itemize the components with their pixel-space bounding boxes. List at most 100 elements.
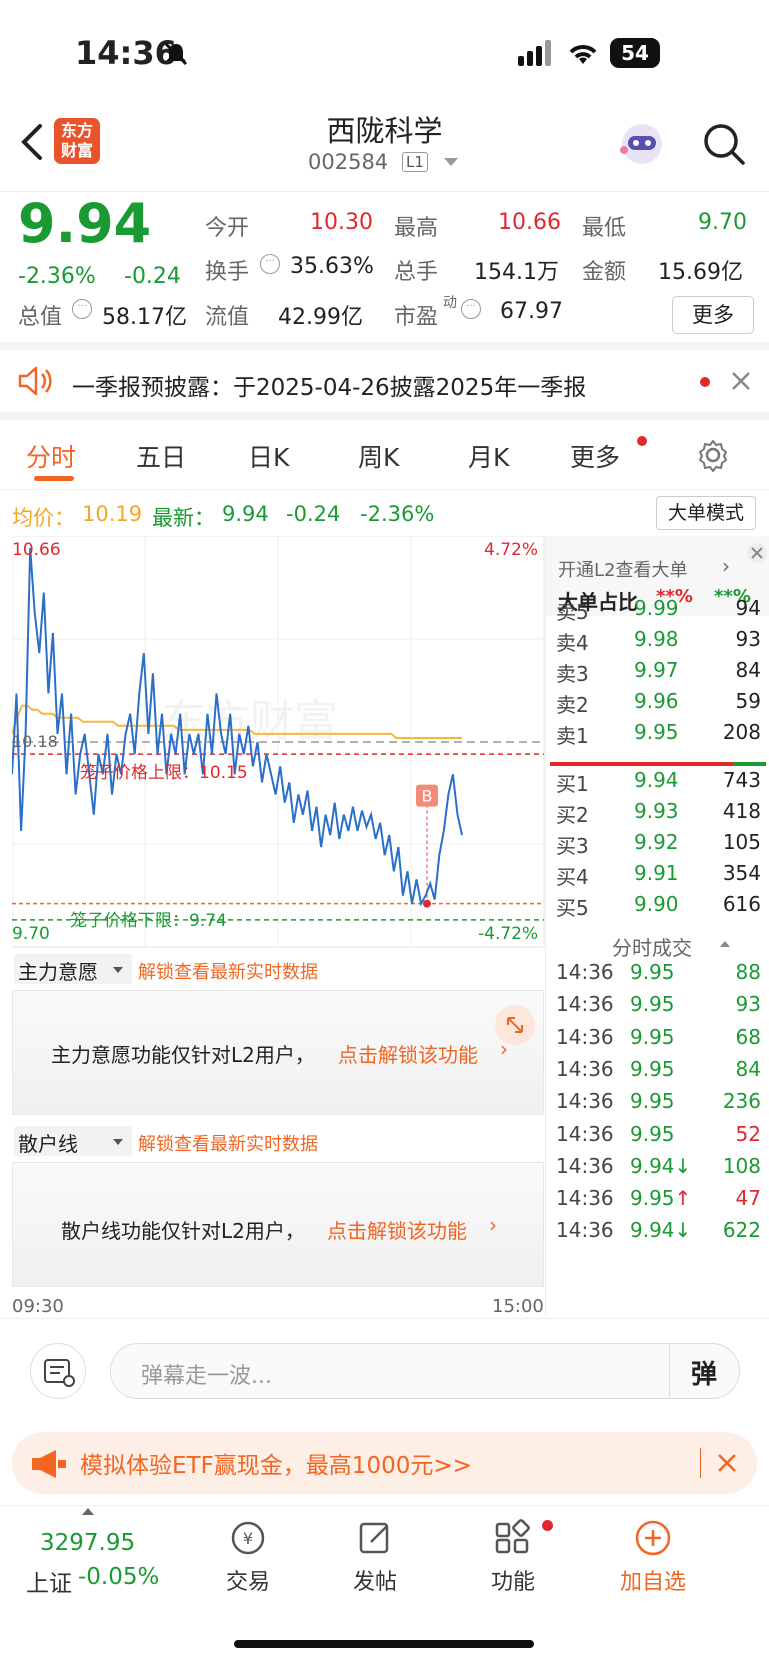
bid-price: 9.94	[634, 768, 679, 792]
trade-volume: 93	[735, 992, 761, 1017]
tab-more[interactable]: 更多	[570, 438, 620, 474]
bid-price: 9.92	[634, 830, 679, 854]
pe-value: 67.97	[500, 299, 563, 324]
ask-level: 卖3	[556, 662, 589, 686]
tab-monthly-k[interactable]: 月K	[468, 438, 509, 474]
unlock-feature-link[interactable]: 点击解锁该功能	[338, 1039, 478, 1068]
high-value: 10.66	[498, 210, 561, 235]
trades-title: 分时成交	[612, 936, 692, 960]
more-button[interactable]: 更多	[672, 296, 754, 334]
locked-message: 主力意愿功能仅针对L2用户，	[51, 1043, 315, 1067]
retail-line-select[interactable]: 散户线	[14, 1126, 132, 1156]
trade-price: 9.95	[630, 992, 675, 1017]
edit-post-icon	[359, 1522, 389, 1554]
trade-row: 14:36 9.94↓ 622	[556, 1218, 761, 1248]
dock-label: 发帖	[352, 1570, 397, 1595]
chevron-down-icon	[113, 967, 123, 973]
unlock-realtime-link[interactable]: 解锁查看最新实时数据	[138, 1130, 318, 1156]
trade-volume: 52	[735, 1121, 761, 1146]
ask-row[interactable]: 卖4 9.98 93	[556, 627, 761, 657]
pct-bottom-label: -4.72%	[478, 924, 539, 944]
close-icon[interactable]	[746, 542, 768, 564]
svg-text:¥: ¥	[243, 1529, 253, 1548]
dock-post[interactable]: 发帖	[320, 1518, 430, 1596]
promo-banner[interactable]: 模拟体验ETF赢现金，最高1000元>>	[12, 1432, 757, 1494]
buy-point[interactable]	[423, 899, 431, 908]
info-dots-icon[interactable]: ···	[260, 254, 280, 274]
comment-input[interactable]: 弹幕走一波... 弹	[110, 1343, 740, 1399]
trade-row: 14:36 9.95 84	[556, 1057, 761, 1087]
trade-time: 14:36	[556, 1024, 614, 1049]
bid-row[interactable]: 买4 9.91 354	[556, 861, 761, 891]
index-value[interactable]: 3297.95	[40, 1530, 135, 1556]
big-order-mode-button[interactable]: 大单模式	[656, 496, 756, 530]
stock-code: 002584	[308, 150, 389, 174]
mktcap-value: 58.17亿	[102, 305, 187, 330]
main-intent-locked-panel: 主力意愿功能仅针对L2用户， 点击解锁该功能 ›	[12, 990, 544, 1115]
ask-row[interactable]: 卖1 9.95 208	[556, 720, 761, 750]
unlock-realtime-link[interactable]: 解锁查看最新实时数据	[138, 958, 318, 984]
bid-row[interactable]: 买3 9.92 105	[556, 830, 761, 860]
latest-percent: -2.36%	[360, 502, 435, 526]
bid-level: 买1	[556, 772, 589, 796]
ask-row[interactable]: 卖2 9.96 59	[556, 689, 761, 719]
settings-gear-icon[interactable]	[696, 438, 730, 472]
tab-5day[interactable]: 五日	[136, 438, 186, 474]
info-dots-icon[interactable]: ···	[461, 299, 481, 319]
mute-bell-icon	[164, 42, 188, 66]
mktcap-label: 总值	[18, 305, 63, 330]
chevron-up-icon[interactable]	[82, 1508, 94, 1515]
divider	[669, 1344, 670, 1398]
dock-trade[interactable]: ¥ 交易	[193, 1518, 303, 1596]
ask-price: 9.97	[634, 658, 679, 682]
tab-daily-k[interactable]: 日K	[248, 438, 289, 474]
dock-functions[interactable]: 功能	[458, 1518, 568, 1596]
close-icon[interactable]	[716, 1452, 738, 1474]
chevron-up-icon[interactable]	[720, 941, 730, 947]
chart-info-line: 均价： 10.19 最新： 9.94 -0.24 -2.36% 大单模式	[0, 490, 769, 540]
pe-superscript: 动	[443, 295, 457, 311]
intraday-chart[interactable]: 东方财富B	[12, 536, 545, 948]
chevron-down-icon	[113, 1139, 123, 1145]
notice-bar[interactable]: 一季报预披露：于2025-04-26披露2025年一季报	[0, 350, 769, 420]
lower-cage-label: 笼子价格下限：9.74	[70, 911, 227, 931]
bid-level: 买3	[556, 834, 589, 858]
chevron-down-icon[interactable]	[444, 158, 458, 166]
danmaku-toggle-button[interactable]: 弹	[691, 1354, 717, 1391]
turnover-value: 35.63%	[290, 254, 374, 279]
unlock-feature-link[interactable]: 点击解锁该功能	[327, 1215, 467, 1244]
info-dots-icon[interactable]: ···	[72, 299, 92, 319]
grid-apps-icon	[495, 1519, 530, 1554]
trade-row: 14:36 9.95 88	[556, 960, 761, 990]
ask-row[interactable]: 卖3 9.97 84	[556, 658, 761, 688]
trade-price: 9.95	[630, 1121, 675, 1146]
trade-row: 14:36 9.94↓ 108	[556, 1154, 761, 1184]
tab-intraday[interactable]: 分时	[26, 438, 76, 474]
robot-assistant-icon[interactable]	[618, 120, 666, 168]
trade-price: 9.94↓	[630, 1153, 692, 1178]
bid-row[interactable]: 买5 9.90 616	[556, 892, 761, 922]
trade-price: 9.95	[630, 1056, 675, 1081]
close-icon[interactable]	[730, 370, 752, 392]
notification-dot	[542, 1520, 553, 1531]
bid-row[interactable]: 买2 9.93 418	[556, 799, 761, 829]
list-settings-icon[interactable]	[30, 1343, 86, 1399]
trade-time: 14:36	[556, 1089, 614, 1114]
trade-volume: 108	[722, 1153, 761, 1178]
ask-row[interactable]: 卖5 9.99 94	[556, 596, 761, 626]
bid-row[interactable]: 买1 9.94 743	[556, 768, 761, 798]
nav-bar: 东方 财富 西陇科学 002584 L1	[0, 100, 769, 192]
latest-change: -0.24	[286, 502, 341, 526]
amount-label: 金额	[582, 260, 627, 285]
expand-icon[interactable]	[495, 1005, 535, 1045]
level-badge[interactable]: L1	[402, 152, 428, 172]
bid-volume: 105	[722, 830, 761, 854]
l2-link[interactable]: 开通L2查看大单	[558, 556, 687, 582]
search-icon[interactable]	[702, 122, 746, 166]
x-start-label: 09:30	[12, 1296, 64, 1317]
tab-weekly-k[interactable]: 周K	[358, 438, 399, 474]
low-label: 最低	[582, 216, 627, 241]
dock-add-watchlist[interactable]: 加自选	[598, 1518, 708, 1596]
trade-icon: ¥	[231, 1521, 265, 1555]
main-intent-select[interactable]: 主力意愿	[14, 954, 132, 984]
